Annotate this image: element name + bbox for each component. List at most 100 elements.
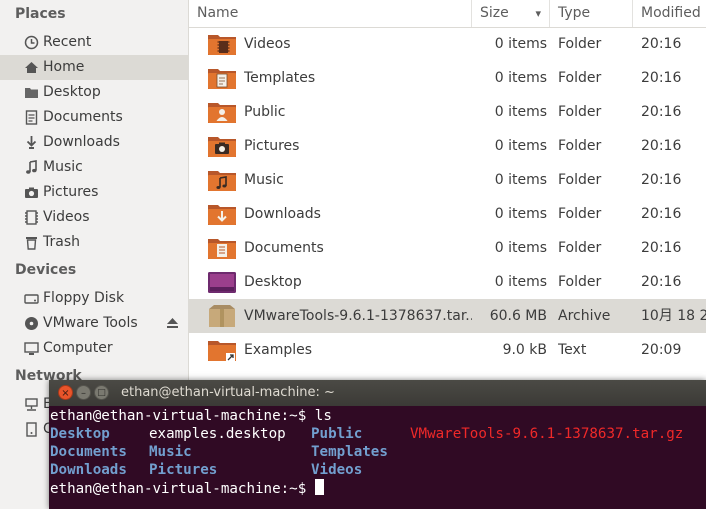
ls-entry-dir: Documents: [50, 444, 127, 460]
sidebar-item-label: Home: [43, 59, 85, 75]
sidebar-item-downloads[interactable]: Downloads: [0, 130, 188, 155]
terminal-cursor: [314, 479, 324, 495]
sidebar-item-trash[interactable]: Trash: [0, 230, 188, 255]
music-folder-icon: [208, 171, 236, 191]
file-modified: 20:16: [641, 36, 682, 52]
minimize-button[interactable]: –: [76, 385, 91, 400]
terminal-output[interactable]: ethan@ethan-virtual-machine:~$ ls Deskto…: [49, 406, 706, 509]
terminal-window[interactable]: × – □ ethan@ethan-virtual-machine: ~ eth…: [49, 380, 706, 509]
file-size: 9.0 kB: [502, 342, 547, 358]
file-row-public[interactable]: Public 0 items Folder 20:16: [189, 95, 706, 129]
sidebar-item-label: Downloads: [43, 134, 120, 150]
column-header-modified[interactable]: Modified: [633, 0, 706, 27]
sidebar-item-label: Music: [43, 159, 83, 175]
file-type: Archive: [558, 308, 611, 324]
file-row-desktop[interactable]: Desktop 0 items Folder 20:16: [189, 265, 706, 299]
minimize-icon: –: [81, 388, 86, 399]
column-header-size[interactable]: Size ▾: [472, 0, 550, 27]
maximize-icon: □: [97, 388, 106, 398]
ls-entry-dir: Templates: [311, 444, 388, 460]
file-type: Text: [558, 342, 587, 358]
close-button[interactable]: ×: [58, 385, 73, 400]
file-name: Templates: [244, 70, 316, 86]
sidebar-item-music[interactable]: Music: [0, 155, 188, 180]
column-headers: Name Size ▾ Type Modified: [189, 0, 706, 28]
places-heading: Places: [15, 6, 66, 22]
file-type: Folder: [558, 274, 602, 290]
terminal-titlebar[interactable]: × – □ ethan@ethan-virtual-machine: ~: [49, 380, 706, 406]
eject-icon[interactable]: [166, 317, 179, 329]
file-modified: 20:16: [641, 172, 682, 188]
file-size: 0 items: [494, 36, 547, 52]
archive-icon: [209, 305, 235, 327]
trash-icon: [26, 237, 37, 250]
ls-entry-file: examples.desktop: [149, 426, 286, 442]
devices-heading: Devices: [15, 262, 77, 278]
file-type: Folder: [558, 240, 602, 256]
sidebar-item-label: Floppy Disk: [43, 290, 125, 306]
file-name: Desktop: [244, 274, 302, 290]
file-name: VMwareTools-9.6.1-1378637.tar...: [244, 308, 472, 324]
file-name: Examples: [244, 342, 313, 358]
examples-folder-link-icon: [208, 341, 236, 361]
sidebar-item-desktop[interactable]: Desktop: [0, 80, 188, 105]
film-icon: [25, 210, 38, 225]
public-folder-icon: [208, 103, 236, 123]
file-modified: 20:16: [641, 240, 682, 256]
sidebar-item-documents[interactable]: Documents: [0, 105, 188, 130]
sidebar-item-floppy-disk[interactable]: Floppy Disk: [0, 286, 188, 311]
file-row-music[interactable]: Music 0 items Folder 20:16: [189, 163, 706, 197]
download-arrow-icon: [26, 136, 37, 149]
ls-entry-dir: Pictures: [149, 462, 218, 478]
file-row-downloads[interactable]: Downloads 0 items Folder 20:16: [189, 197, 706, 231]
file-modified: 20:16: [641, 70, 682, 86]
sidebar-item-label: Computer: [43, 340, 113, 356]
file-row-examples[interactable]: Examples 9.0 kB Text 20:09: [189, 333, 706, 367]
file-type: Folder: [558, 172, 602, 188]
sidebar-item-label: Desktop: [43, 84, 101, 100]
clock-icon: [24, 35, 39, 50]
file-row-vmware-tools-archive[interactable]: VMwareTools-9.6.1-1378637.tar... 60.6 MB…: [189, 299, 706, 333]
maximize-button[interactable]: □: [94, 385, 109, 400]
sidebar-item-label: Documents: [43, 109, 123, 125]
drive-icon: [24, 294, 39, 304]
file-list-view: Name Size ▾ Type Modified Videos 0 items…: [189, 0, 706, 380]
sidebar-item-videos[interactable]: Videos: [0, 205, 188, 230]
column-header-type[interactable]: Type: [550, 0, 633, 27]
network-icon: [25, 398, 38, 411]
file-row-documents[interactable]: Documents 0 items Folder 20:16: [189, 231, 706, 265]
file-name: Videos: [244, 36, 291, 52]
ls-entry-dir: Public: [311, 426, 363, 442]
file-size: 0 items: [494, 206, 547, 222]
sidebar-item-label: VMware Tools: [43, 315, 138, 331]
terminal-line-prompt[interactable]: ethan@ethan-virtual-machine:~$: [50, 479, 324, 498]
terminal-prompt: ethan@ethan-virtual-machine:~$: [50, 408, 315, 424]
ls-entry-dir: Music: [149, 444, 192, 460]
sidebar-item-computer[interactable]: Computer: [0, 336, 188, 361]
terminal-line-command: ethan@ethan-virtual-machine:~$ ls: [50, 407, 332, 425]
file-name: Music: [244, 172, 284, 188]
file-row-videos[interactable]: Videos 0 items Folder 20:16: [189, 27, 706, 61]
file-name: Downloads: [244, 206, 321, 222]
column-header-name[interactable]: Name: [189, 0, 472, 27]
ls-entry-dir: Downloads: [50, 462, 127, 478]
sidebar-item-home[interactable]: Home: [0, 55, 188, 80]
file-type: Folder: [558, 36, 602, 52]
computer-icon: [24, 342, 39, 355]
terminal-command: ls: [314, 408, 332, 424]
sidebar-item-pictures[interactable]: Pictures: [0, 180, 188, 205]
file-size: 0 items: [494, 172, 547, 188]
downloads-folder-icon: [208, 205, 236, 225]
file-row-pictures[interactable]: Pictures 0 items Folder 20:16: [189, 129, 706, 163]
sidebar-item-recent[interactable]: Recent: [0, 30, 188, 55]
file-size: 0 items: [494, 138, 547, 154]
sidebar-item-label: Recent: [43, 34, 92, 50]
disc-icon: [25, 317, 38, 330]
file-type: Folder: [558, 138, 602, 154]
file-modified: 20:16: [641, 274, 682, 290]
file-modified: 20:09: [641, 342, 682, 358]
pictures-folder-icon: [208, 137, 236, 157]
file-row-templates[interactable]: Templates 0 items Folder 20:16: [189, 61, 706, 95]
sidebar-item-vmware-tools[interactable]: VMware Tools: [0, 311, 188, 336]
file-type: Folder: [558, 70, 602, 86]
